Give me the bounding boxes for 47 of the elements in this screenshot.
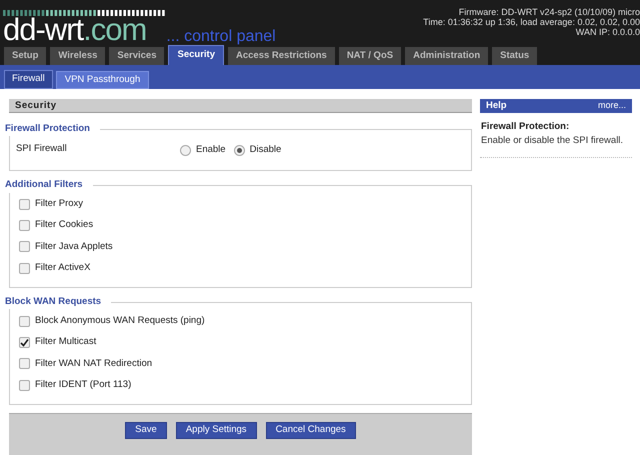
field-label: SPI Firewall [16, 142, 68, 156]
nav-tab[interactable]: Access Restrictions [228, 47, 335, 65]
checkbox[interactable] [19, 380, 30, 391]
action-button[interactable]: Save [125, 422, 167, 439]
router-info-text: Time: 01:36:32 up 1:36, load average: 0.02, 0.02, 0.00 [423, 17, 640, 27]
checkbox[interactable] [19, 358, 30, 370]
radio-label: Disable [250, 143, 282, 158]
logo: dd-wrt.com [3, 16, 146, 44]
nav-tab[interactable]: Services [109, 47, 164, 65]
checkbox[interactable] [19, 316, 30, 326]
section-header: Security [9, 99, 472, 113]
nav-tab[interactable]: Wireless [50, 47, 106, 65]
checkbox-label: Filter WAN NAT Redirection [35, 356, 152, 371]
nav-tab[interactable]: Status [492, 47, 538, 65]
checkbox-label: Block Anonymous WAN Requests (ping) [35, 314, 205, 328]
checkbox-label: Filter Java Applets [35, 240, 113, 254]
checkbox-label: Filter ActiveX [35, 261, 90, 276]
checkbox-label: Filter Cookies [35, 218, 94, 232]
nav-tab[interactable]: NAT / QoS [338, 47, 402, 65]
sub-tab[interactable]: Firewall [4, 70, 53, 89]
group-legend: Firewall Protection [5, 122, 100, 136]
checkbox[interactable] [19, 336, 30, 348]
more-link[interactable]: more... [598, 99, 626, 113]
router-info-text: Firmware: DD-WRT v24-sp2 (10/10/09) micro [458, 7, 640, 17]
radio-button[interactable] [234, 144, 245, 156]
action-button[interactable]: Apply Settings [176, 422, 257, 439]
checkbox[interactable] [19, 220, 30, 232]
action-button[interactable]: Cancel Changes [266, 422, 356, 439]
checkbox-label: Filter IDENT (Port 113) [35, 378, 132, 392]
nav-tab[interactable]: Administration [405, 47, 488, 65]
checkbox[interactable] [19, 198, 30, 210]
radio-button[interactable] [180, 144, 191, 156]
help-title: Help [486, 98, 507, 113]
checkbox-label: Filter Proxy [35, 197, 84, 212]
nav-tab[interactable]: Setup [4, 47, 46, 65]
sub-tab[interactable]: VPN Passthrough [56, 71, 150, 89]
checkbox[interactable] [19, 241, 30, 252]
help-text: Enable or disable the SPI firewall. [481, 134, 624, 148]
checkbox[interactable] [19, 262, 30, 274]
group-legend: Additional Filters [5, 178, 93, 192]
nav-tab[interactable]: Security [168, 45, 224, 65]
group-legend: Block WAN Requests [5, 295, 112, 310]
radio-label: Enable [196, 143, 226, 158]
logo-tagline: ... control panel [166, 29, 276, 45]
help-heading: Firewall Protection: [481, 120, 570, 134]
checkbox-label: Filter Multicast [35, 335, 96, 350]
router-info-text: WAN IP: 0.0.0.0 [576, 27, 640, 37]
